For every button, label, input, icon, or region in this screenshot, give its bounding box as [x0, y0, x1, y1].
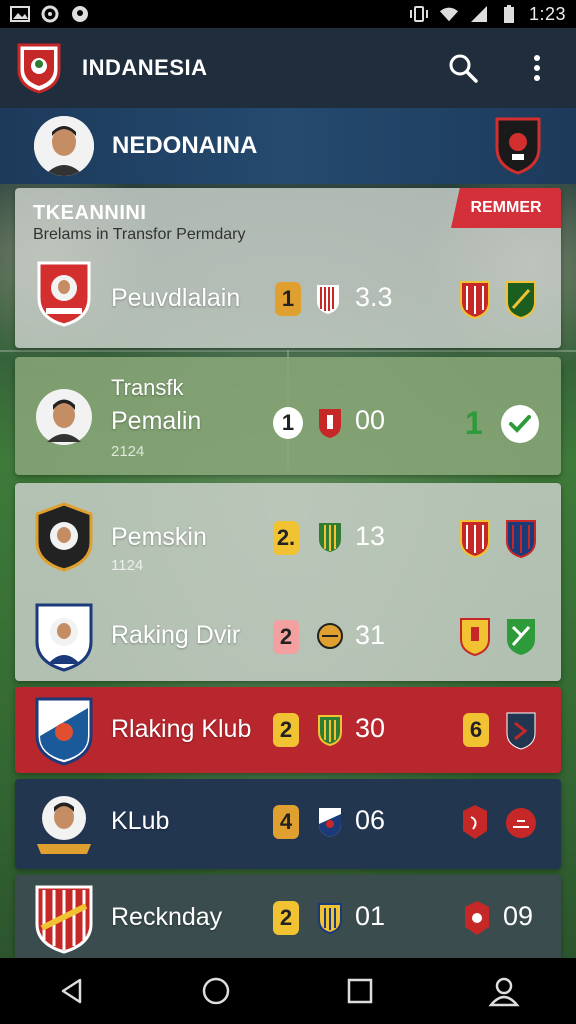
mini-crest-icon: [318, 903, 342, 934]
row-name: Rlaking Klub: [111, 715, 252, 743]
club-row[interactable]: Recknday 2 01 09: [15, 875, 561, 963]
team-header: NEDONAINA: [0, 108, 576, 184]
opponent-crest-icon: [506, 712, 536, 750]
vibrate-icon: [409, 5, 429, 23]
mini-crest-icon: [319, 808, 341, 837]
back-icon[interactable]: [55, 974, 89, 1008]
rank-badge: 1: [275, 282, 301, 316]
opponent-crest-icon: [506, 520, 536, 559]
right-badge: 6: [463, 713, 489, 747]
sync-icon: [40, 5, 60, 23]
image-icon: [10, 5, 30, 23]
row-score: 06: [355, 805, 386, 835]
transfer-card[interactable]: Transfk Pemalin 2124 1 00 1: [15, 357, 561, 475]
location-icon: [70, 5, 90, 23]
right-number: 1: [465, 405, 483, 441]
team-crest-icon: [33, 501, 95, 573]
club-crest-icon: [494, 116, 542, 176]
opponent-crest-icon: [465, 901, 489, 935]
rank-badge: 4: [273, 805, 299, 839]
profile-icon[interactable]: [487, 974, 521, 1008]
player-avatar[interactable]: [34, 116, 94, 176]
row-name: Recknday: [111, 903, 223, 931]
row-score: 30: [355, 713, 386, 743]
search-icon[interactable]: [446, 51, 480, 85]
rank-badge: 1: [273, 407, 303, 439]
opponent-crest-icon: [507, 619, 535, 655]
card-title: TKEANNINI: [33, 202, 147, 224]
system-nav-bar: [0, 958, 576, 1024]
card-subtitle: Brelams in Transfor Permdary: [33, 226, 246, 243]
mini-crest-icon: [317, 623, 343, 649]
opponent-crest-icon: [460, 618, 490, 657]
row-year: 2124: [111, 443, 145, 460]
team-crest-icon: [33, 258, 95, 330]
row-score: 31: [355, 620, 386, 650]
battery-icon: [499, 5, 519, 23]
signal-icon: [469, 5, 489, 23]
transfer-label: Transfk: [111, 375, 184, 400]
wifi-icon: [439, 5, 459, 23]
app-bar: INDANESIA: [0, 28, 576, 108]
player-crest-icon: [33, 789, 95, 861]
club-row[interactable]: KLub 4 06: [15, 779, 561, 869]
status-time: 1:23: [528, 3, 566, 24]
player-avatar: [33, 381, 95, 453]
team-crest-icon: [33, 601, 95, 673]
header-title: NEDONAINA: [112, 132, 258, 159]
row-sub: 1124: [111, 557, 144, 574]
opponent-crest-icon: [463, 805, 487, 839]
row-score: 3.3: [355, 282, 393, 312]
team-crest-icon: [33, 883, 95, 955]
opponent-crest-icon: [506, 808, 536, 838]
opponent-crest-icon: [460, 520, 490, 559]
rank-badge: 2: [273, 713, 299, 747]
mini-crest-icon: [317, 285, 339, 314]
recents-icon[interactable]: [343, 974, 377, 1008]
row-name: Pemskin: [111, 523, 207, 551]
row-name: Pemalin: [111, 407, 202, 435]
mini-crest-icon: [319, 409, 341, 438]
right-score: 09: [503, 901, 534, 931]
mini-crest-icon: [318, 715, 342, 746]
check-icon[interactable]: [501, 405, 539, 443]
row-score: 00: [355, 405, 386, 435]
row-score: 01: [355, 901, 386, 931]
featured-card[interactable]: TKEANNINI Brelams in Transfor Permdary R…: [15, 188, 561, 348]
rank-badge: 2: [273, 620, 299, 654]
more-vert-icon[interactable]: [520, 51, 554, 85]
highlight-row[interactable]: Rlaking Klub 2 30 6: [15, 687, 561, 773]
row-score: 13: [355, 521, 386, 551]
status-bar: 1:23: [0, 0, 576, 28]
opponent-crest-icon: [506, 281, 536, 320]
row-name: Raking Dvir: [111, 621, 241, 649]
team-crest-icon: [33, 695, 95, 767]
app-title: INDANESIA: [82, 55, 208, 80]
club-list-card: Pemskin 1124 2. 13 Raking Dvir 2 31: [15, 483, 561, 681]
home-icon[interactable]: [199, 974, 233, 1008]
ribbon-badge: REMMER: [451, 188, 561, 228]
row-name: KLub: [111, 807, 170, 835]
rank-badge: 2.: [273, 521, 299, 555]
opponent-crest-icon: [460, 281, 490, 320]
rank-badge: 2: [273, 901, 299, 935]
mini-crest-icon: [319, 523, 341, 552]
app-logo-crest-icon[interactable]: [16, 42, 62, 94]
row-name: Peuvdlalain: [111, 284, 241, 312]
